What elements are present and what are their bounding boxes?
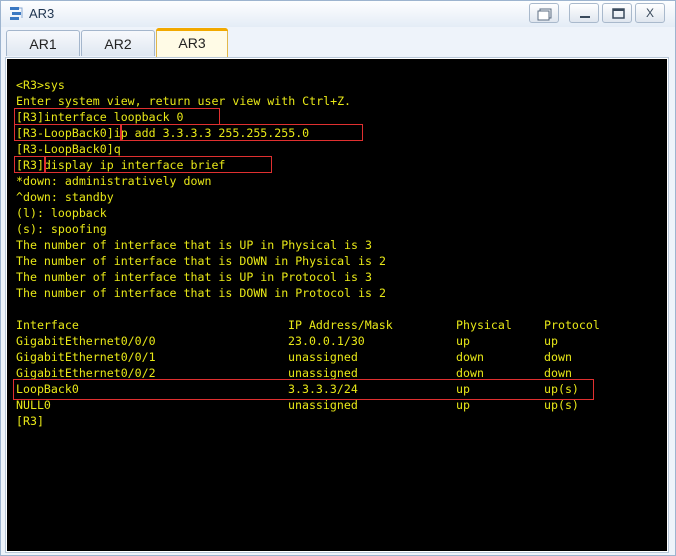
terminal-line: ^down: standby [16,190,114,204]
highlight-box-loopback-row [13,379,594,400]
highlight-box-ip-add [121,124,363,141]
terminal-line: The number of interface that is DOWN in … [16,286,386,300]
close-icon: X [645,6,654,20]
window-title: AR3 [29,6,55,21]
app-icon [9,6,23,22]
highlight-box-display-command [45,156,272,173]
cell-protocol: down [544,350,572,364]
tab-bar: AR1 AR2 AR3 [1,27,675,58]
minimize-icon [580,16,590,18]
cell-ip-address: 23.0.0.1/30 [288,334,365,348]
restore-icon [537,8,552,21]
maximize-icon [612,8,625,19]
cell-interface: GigabitEthernet0/0/1 [16,350,156,364]
cell-protocol: up [544,334,558,348]
terminal-line: The number of interface that is UP in Ph… [16,238,372,252]
cell-physical: up [456,334,470,348]
cell-ip-address: unassigned [288,350,358,364]
terminal-line: The number of interface that is DOWN in … [16,254,386,268]
terminal-line: <R3>sys [16,78,65,92]
title-bar[interactable]: AR3 X [1,1,675,28]
terminal-line: Enter system view, return user view with… [16,94,352,108]
cell-interface: GigabitEthernet0/0/0 [16,334,156,348]
terminal-line: The number of interface that is UP in Pr… [16,270,372,284]
highlight-box-interface-loopback [14,108,220,125]
terminal-line: (s): spoofing [16,222,107,236]
maximize-button[interactable] [602,3,632,23]
header-ip-address: IP Address/Mask [288,318,393,332]
tab-ar1[interactable]: AR1 [6,30,80,56]
header-physical: Physical [456,318,512,332]
terminal-console[interactable]: <R3>sys Enter system view, return user v… [7,59,667,551]
terminal-line: *down: administratively down [16,174,212,188]
header-interface: Interface [16,318,79,332]
cell-physical: down [456,350,484,364]
restore-button[interactable] [529,3,559,23]
terminal-prompt: [R3] [16,414,44,428]
terminal-line: [R3-LoopBack0]q [16,142,121,156]
close-button[interactable]: X [635,3,665,23]
header-protocol: Protocol [544,318,600,332]
terminal-frame: <R3>sys Enter system view, return user v… [5,57,669,553]
minimize-button[interactable] [569,3,599,23]
highlight-box-prompt [14,156,45,173]
tab-ar2[interactable]: AR2 [81,30,155,56]
highlight-box-prompt [14,124,121,141]
terminal-line: (l): loopback [16,206,107,220]
tab-ar3[interactable]: AR3 [156,28,228,58]
app-window: AR3 X AR1 AR2 AR3 <R3>sys Enter system v… [0,0,676,556]
